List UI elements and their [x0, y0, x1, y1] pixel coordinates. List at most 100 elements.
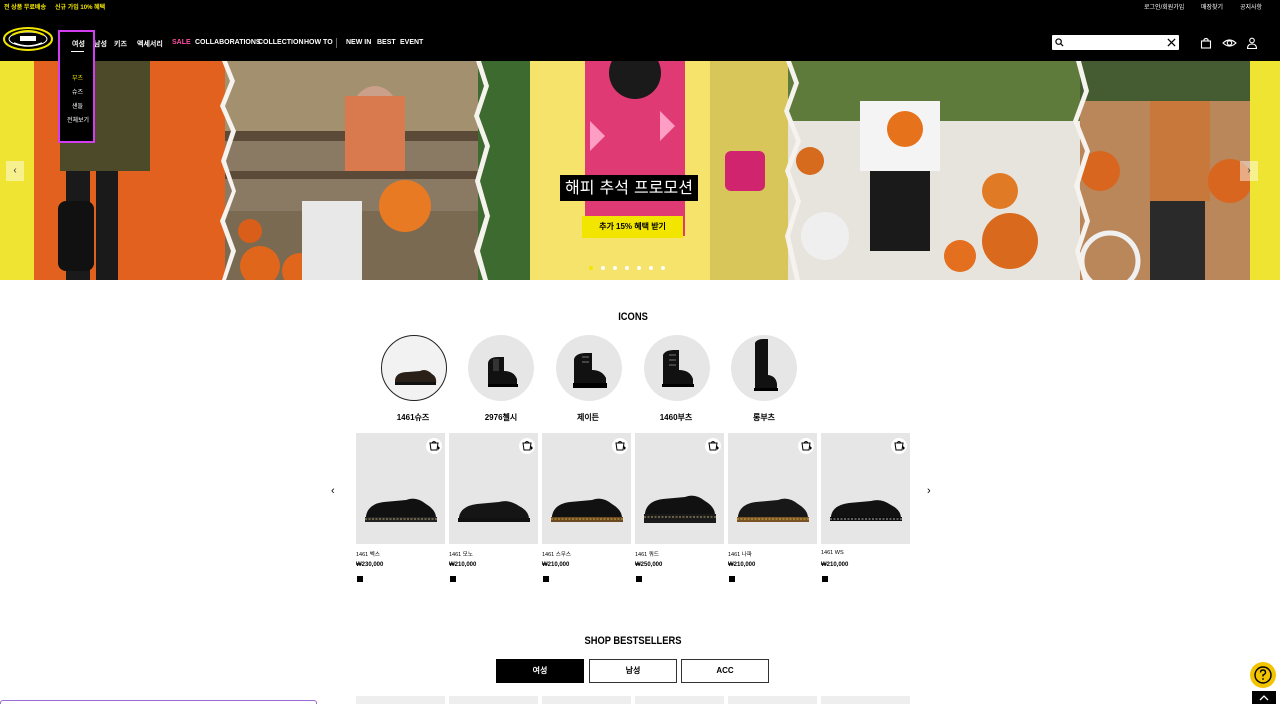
- nav-collaborations[interactable]: COLLABORATIONS: [195, 39, 261, 46]
- bestseller-thumb[interactable]: [635, 696, 724, 704]
- store-finder-link[interactable]: 매장찾기: [1201, 2, 1223, 11]
- carousel-prev-arrow[interactable]: ‹: [331, 485, 335, 497]
- dropdown-item-shoes[interactable]: 슈즈: [72, 87, 83, 96]
- promo-free-shipping[interactable]: 전 상품 무료배송: [4, 2, 46, 11]
- help-button[interactable]: [1250, 662, 1276, 688]
- color-swatch[interactable]: [822, 576, 828, 582]
- shoe-image: [365, 498, 437, 522]
- product-name[interactable]: 1461 WS: [821, 550, 844, 556]
- color-swatch[interactable]: [357, 576, 363, 582]
- bestseller-thumb[interactable]: [356, 696, 445, 704]
- bestseller-thumb[interactable]: [542, 696, 631, 704]
- nav-kids[interactable]: 키즈: [114, 39, 127, 49]
- product-name[interactable]: 1461 나파: [728, 550, 752, 558]
- clear-search-icon[interactable]: [1167, 38, 1176, 47]
- icon-category-1461-shoes[interactable]: [381, 335, 447, 401]
- product-card[interactable]: 1461 쿼드 ₩250,000: [635, 433, 724, 582]
- notice-link[interactable]: 공지사항: [1240, 2, 1262, 11]
- nav-women[interactable]: 여성: [72, 39, 85, 49]
- product-card[interactable]: 1461 벡스 ₩230,000: [356, 433, 445, 582]
- product-name[interactable]: 1461 쿼드: [635, 550, 659, 558]
- hero-prev-arrow[interactable]: ‹: [6, 161, 24, 181]
- product-card[interactable]: 1461 나파 ₩210,000: [728, 433, 817, 582]
- hero-dot[interactable]: [637, 266, 641, 270]
- product-name[interactable]: 1461 벡스: [356, 550, 380, 558]
- hero-cta-button[interactable]: 추가 15% 혜택 받기: [582, 216, 683, 238]
- nav-men[interactable]: 남성: [94, 39, 107, 49]
- hero-dot[interactable]: [601, 266, 605, 270]
- nav-how-to[interactable]: HOW TO: [304, 39, 333, 46]
- add-to-cart-button[interactable]: [612, 438, 628, 454]
- nav-best[interactable]: BEST: [377, 39, 396, 46]
- chat-widget-bar[interactable]: [0, 700, 317, 704]
- bestseller-thumb[interactable]: [449, 696, 538, 704]
- hero-next-arrow[interactable]: ›: [1240, 161, 1258, 181]
- nav-collection[interactable]: COLLECTION: [258, 39, 304, 46]
- search-box[interactable]: [1052, 35, 1179, 50]
- icon-category-long-boots[interactable]: [731, 335, 797, 401]
- bestseller-thumb[interactable]: [821, 696, 910, 704]
- nav-event[interactable]: EVENT: [400, 39, 423, 46]
- product-image[interactable]: [635, 433, 724, 544]
- hero-dot[interactable]: [613, 266, 617, 270]
- icon-label-long-boots[interactable]: 롱부츠: [719, 412, 809, 423]
- nav-new-in[interactable]: NEW IN: [346, 39, 371, 46]
- icon-category-2976-chelsea[interactable]: [468, 335, 534, 401]
- icon-label-1461-shoes[interactable]: 1461슈즈: [368, 412, 458, 423]
- login-link[interactable]: 로그인/회원가입: [1144, 2, 1184, 11]
- product-image[interactable]: [728, 433, 817, 544]
- recently-viewed-eye-icon[interactable]: [1222, 37, 1237, 49]
- product-card[interactable]: 1461 WS ₩210,000: [821, 433, 910, 582]
- search-input[interactable]: [1066, 36, 1162, 49]
- tab-men[interactable]: 남성: [589, 659, 677, 683]
- nav-divider: [336, 38, 337, 48]
- hero-pagination: [589, 266, 665, 272]
- product-name[interactable]: 1461 스무스: [542, 550, 571, 558]
- bestseller-thumb[interactable]: [728, 696, 817, 704]
- scroll-to-top-button[interactable]: [1252, 691, 1276, 704]
- boot-1460-icon: [662, 350, 694, 387]
- brand-logo[interactable]: [2, 23, 54, 53]
- shoe-image: [644, 495, 716, 523]
- icon-label-jadon[interactable]: 제이든: [543, 412, 633, 423]
- product-image[interactable]: [821, 433, 910, 544]
- shopping-bag-icon[interactable]: [1200, 37, 1212, 49]
- hero-dot[interactable]: [625, 266, 629, 270]
- dropdown-item-view-all[interactable]: 전체보기: [67, 115, 89, 124]
- product-card[interactable]: 1461 모노 ₩210,000: [449, 433, 538, 582]
- add-to-cart-button[interactable]: [705, 438, 721, 454]
- nav-accessories[interactable]: 액세서리: [137, 39, 163, 49]
- tab-acc[interactable]: ACC: [681, 659, 769, 683]
- icon-label-1460-boots[interactable]: 1460부츠: [631, 412, 721, 423]
- cart-plus-icon: [801, 441, 812, 451]
- tab-women[interactable]: 여성: [496, 659, 584, 683]
- icon-label-2976-chelsea[interactable]: 2976첼시: [456, 412, 546, 423]
- product-image[interactable]: [356, 433, 445, 544]
- hero-dot[interactable]: [589, 266, 593, 270]
- hero-dot[interactable]: [649, 266, 653, 270]
- dropdown-item-sandals[interactable]: 샌들: [72, 101, 83, 110]
- promo-signup[interactable]: 신규 가입 10% 혜택: [55, 2, 105, 11]
- color-swatch[interactable]: [636, 576, 642, 582]
- hero-banner[interactable]: ‹ ›: [0, 61, 1280, 280]
- product-image[interactable]: [542, 433, 631, 544]
- add-to-cart-button[interactable]: [798, 438, 814, 454]
- icon-category-jadon[interactable]: [556, 335, 622, 401]
- product-name[interactable]: 1461 모노: [449, 550, 473, 558]
- color-swatch[interactable]: [543, 576, 549, 582]
- icon-category-1460-boots[interactable]: [644, 335, 710, 401]
- product-image[interactable]: [449, 433, 538, 544]
- color-swatch[interactable]: [729, 576, 735, 582]
- shoe-image: [737, 498, 809, 522]
- add-to-cart-button[interactable]: [891, 438, 907, 454]
- color-swatch[interactable]: [450, 576, 456, 582]
- carousel-next-arrow[interactable]: ›: [927, 485, 931, 497]
- dropdown-item-boots[interactable]: 부츠: [72, 73, 83, 82]
- nav-sale[interactable]: SALE: [172, 39, 191, 46]
- shoe-image: [551, 498, 623, 522]
- user-account-icon[interactable]: [1246, 37, 1258, 49]
- product-card[interactable]: 1461 스무스 ₩210,000: [542, 433, 631, 582]
- hero-dot[interactable]: [661, 266, 665, 270]
- add-to-cart-button[interactable]: [519, 438, 535, 454]
- add-to-cart-button[interactable]: [426, 438, 442, 454]
